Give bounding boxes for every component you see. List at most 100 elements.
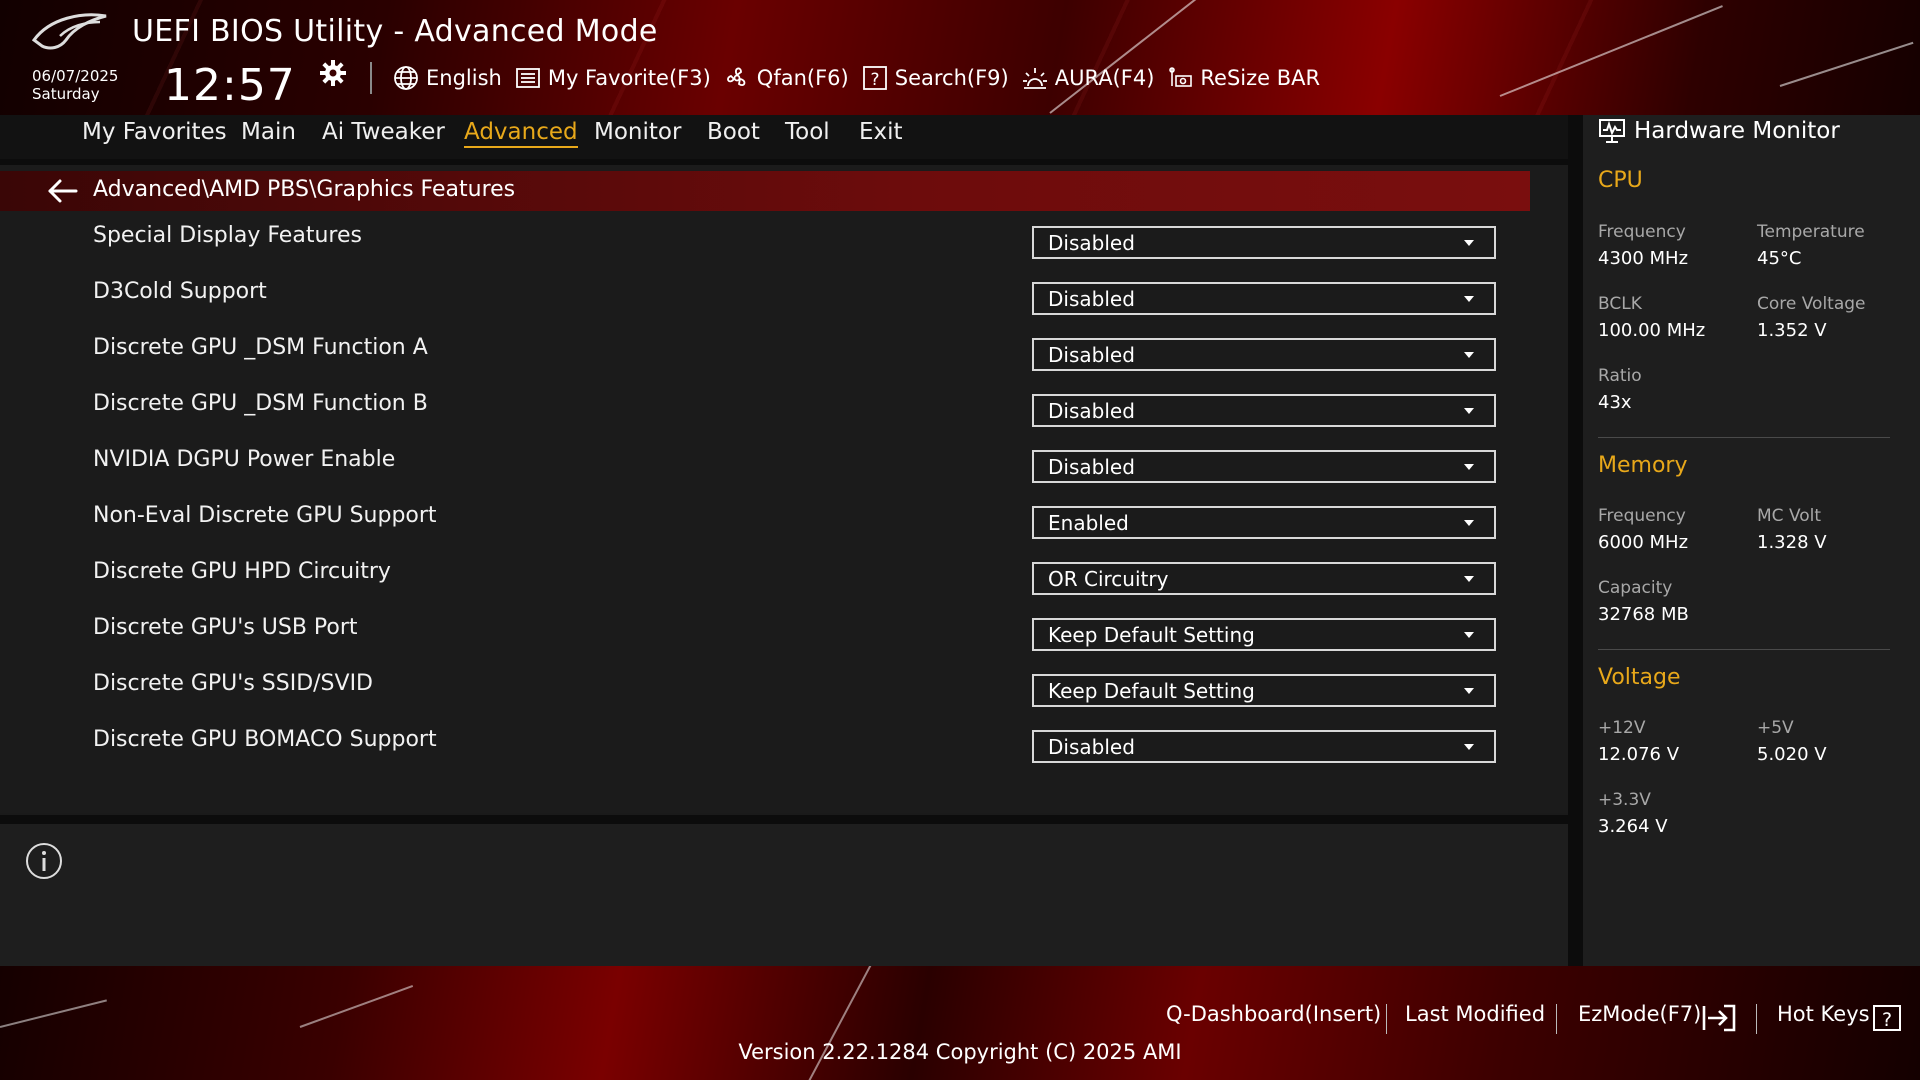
hardware-monitor-title: Hardware Monitor (1634, 118, 1840, 144)
caret-down-icon (1464, 632, 1474, 638)
caret-down-icon (1464, 688, 1474, 694)
setting-row-dsm-function-a[interactable]: Discrete GPU _DSM Function A Disabled (0, 329, 1530, 385)
setting-dropdown[interactable]: Disabled (1032, 394, 1496, 427)
tab-tool[interactable]: Tool (785, 119, 830, 145)
panel-divider (0, 159, 1568, 165)
memory-heading: Memory (1598, 453, 1688, 478)
v5-label: +5V (1757, 718, 1794, 738)
setting-label: NVIDIA DGPU Power Enable (93, 447, 396, 472)
info-divider (0, 815, 1568, 824)
resize-bar-button[interactable]: ReSize BAR (1166, 64, 1320, 92)
hw-divider (1598, 649, 1890, 650)
tab-exit[interactable]: Exit (859, 119, 903, 145)
main-nav: My Favorites Main Ai Tweaker Advanced Mo… (0, 115, 1568, 159)
setting-dropdown[interactable]: OR Circuitry (1032, 562, 1496, 595)
footer-separator (1386, 1004, 1387, 1034)
tab-my-favorites[interactable]: My Favorites (82, 119, 227, 145)
voltage-heading: Voltage (1598, 665, 1681, 690)
tab-ai-tweaker[interactable]: Ai Tweaker (322, 119, 445, 145)
search-label: Search(F9) (894, 66, 1009, 90)
setting-row-gpu-usb-port[interactable]: Discrete GPU's USB Port Keep Default Set… (0, 609, 1530, 665)
caret-down-icon (1464, 352, 1474, 358)
qfan-button[interactable]: Qfan(F6) (723, 64, 849, 92)
tab-advanced[interactable]: Advanced (464, 119, 578, 148)
exit-arrow-icon[interactable] (1702, 1004, 1736, 1032)
ratio-value: 43x (1598, 392, 1632, 413)
setting-dropdown[interactable]: Disabled (1032, 450, 1496, 483)
dropdown-value: OR Circuitry (1048, 567, 1169, 591)
caret-down-icon (1464, 408, 1474, 414)
setting-label: Discrete GPU _DSM Function A (93, 335, 428, 360)
setting-row-special-display-features[interactable]: Special Display Features Disabled (0, 217, 1530, 273)
v12-value: 12.076 V (1598, 744, 1680, 765)
caret-down-icon (1464, 240, 1474, 246)
memory-frequency-label: Frequency (1598, 506, 1686, 526)
version-text: Version 2.22.1284 Copyright (C) 2025 AMI (738, 1040, 1182, 1064)
hot-keys-button[interactable]: Hot Keys (1777, 1002, 1870, 1026)
setting-label: Discrete GPU HPD Circuitry (93, 559, 391, 584)
setting-row-gpu-ssid-svid[interactable]: Discrete GPU's SSID/SVID Keep Default Se… (0, 665, 1530, 721)
setting-row-nvidia-dgpu-power[interactable]: NVIDIA DGPU Power Enable Disabled (0, 441, 1530, 497)
caret-down-icon (1464, 520, 1474, 526)
q-dashboard-button[interactable]: Q-Dashboard(Insert) (1166, 1002, 1381, 1026)
setting-dropdown[interactable]: Disabled (1032, 730, 1496, 763)
setting-dropdown[interactable]: Disabled (1032, 226, 1496, 259)
globe-icon (394, 66, 418, 90)
cpu-frequency-label: Frequency (1598, 222, 1686, 242)
setting-label: Discrete GPU _DSM Function B (93, 391, 428, 416)
qfan-label: Qfan(F6) (756, 66, 849, 90)
my-favorite-label: My Favorite(F3) (547, 66, 711, 90)
setting-dropdown[interactable]: Keep Default Setting (1032, 674, 1496, 707)
decor-slash (299, 985, 414, 1028)
tab-monitor[interactable]: Monitor (594, 119, 681, 145)
dropdown-value: Disabled (1048, 231, 1135, 255)
tab-main[interactable]: Main (241, 119, 296, 145)
settings-panel: Advanced\AMD PBS\Graphics Features Speci… (0, 159, 1568, 813)
back-arrow-icon[interactable] (46, 178, 78, 204)
ezmode-label: EzMode(F7) (1578, 1002, 1702, 1026)
hw-divider (1598, 437, 1890, 438)
date-text: 06/07/2025 (32, 67, 119, 85)
setting-row-non-eval-gpu-support[interactable]: Non-Eval Discrete GPU Support Enabled (0, 497, 1530, 553)
clock: 12:57 (164, 60, 296, 111)
fan-icon (726, 67, 746, 86)
breadcrumb-path: Advanced\AMD PBS\Graphics Features (93, 177, 516, 202)
monitor-icon (1599, 119, 1625, 143)
aura-button[interactable]: AURA(F4) (1021, 64, 1154, 92)
my-favorite-button[interactable]: My Favorite(F3) (514, 64, 711, 92)
tab-boot[interactable]: Boot (707, 119, 760, 145)
decor-slash (0, 999, 107, 1028)
setting-row-bomaco-support[interactable]: Discrete GPU BOMACO Support Disabled (0, 721, 1530, 777)
svg-text:?: ? (870, 70, 879, 90)
setting-dropdown[interactable]: Enabled (1032, 506, 1496, 539)
cpu-frequency-value: 4300 MHz (1598, 248, 1689, 269)
setting-row-dsm-function-b[interactable]: Discrete GPU _DSM Function B Disabled (0, 385, 1530, 441)
setting-row-d3cold-support[interactable]: D3Cold Support Disabled (0, 273, 1530, 329)
question-box-icon[interactable]: ? (1872, 1004, 1902, 1032)
last-modified-button[interactable]: Last Modified (1405, 1002, 1545, 1026)
setting-label: Discrete GPU's USB Port (93, 615, 358, 640)
bclk-label: BCLK (1598, 294, 1642, 314)
setting-dropdown[interactable]: Keep Default Setting (1032, 618, 1496, 651)
header-divider (370, 62, 372, 94)
ezmode-button[interactable]: EzMode(F7) (1578, 1002, 1701, 1026)
setting-dropdown[interactable]: Disabled (1032, 338, 1496, 371)
decor-slash (1049, 0, 1201, 114)
cpu-heading: CPU (1598, 168, 1643, 193)
day-text: Saturday (32, 85, 100, 103)
setting-row-hpd-circuitry[interactable]: Discrete GPU HPD Circuitry OR Circuitry (0, 553, 1530, 609)
language-button[interactable]: English (392, 64, 502, 92)
setting-dropdown[interactable]: Disabled (1032, 282, 1496, 315)
capacity-value: 32768 MB (1598, 604, 1689, 625)
gear-icon[interactable] (318, 58, 348, 88)
setting-label: D3Cold Support (93, 279, 267, 304)
setting-label: Discrete GPU BOMACO Support (93, 727, 437, 752)
rog-logo-icon (31, 13, 107, 50)
question-box-icon: ? (862, 66, 887, 90)
caret-down-icon (1464, 744, 1474, 750)
date-display: 06/07/2025 Saturday (32, 67, 118, 103)
dropdown-value: Enabled (1048, 511, 1129, 535)
footer-separator (1756, 1004, 1757, 1034)
decor-slash (1499, 5, 1723, 97)
search-button[interactable]: ? Search(F9) (861, 64, 1009, 92)
